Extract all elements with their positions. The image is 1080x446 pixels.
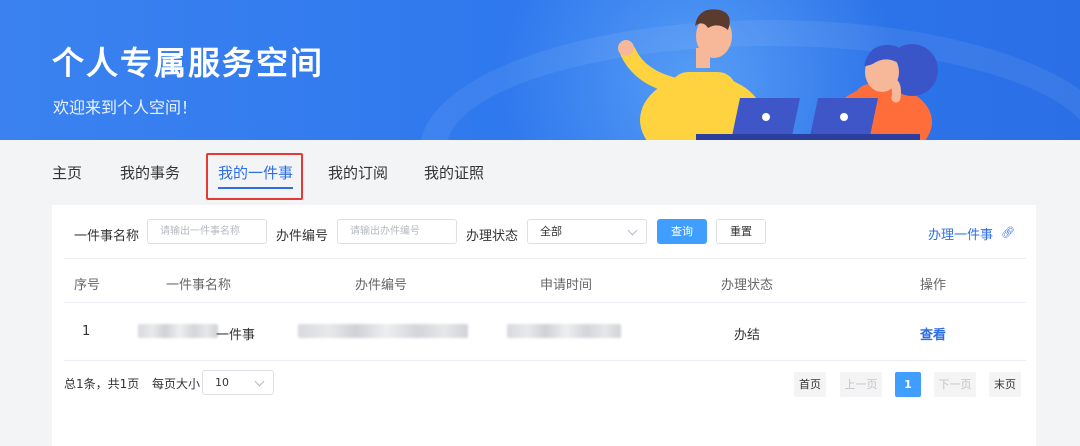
header-banner: 个人专属服务空间 欢迎来到个人空间！: [0, 0, 1080, 140]
redacted-name-prefix: [138, 324, 218, 338]
highlight-annotation-box: [206, 153, 303, 200]
column-header-index: 序号: [74, 278, 101, 293]
redacted-case-code: [298, 324, 468, 338]
column-header-actions: 操作: [920, 278, 947, 293]
row-status: 办结: [734, 328, 761, 343]
column-header-code: 办件编号: [355, 278, 408, 293]
next-page-button[interactable]: 下一页: [934, 372, 976, 397]
page-size-label: 每页大小: [152, 377, 201, 391]
code-filter-label: 办件编号: [276, 229, 329, 244]
tab-my-affairs[interactable]: 我的事务: [120, 162, 180, 183]
handle-one-thing-link[interactable]: 办理一件事: [928, 224, 993, 243]
table-row-border: [64, 360, 1026, 361]
chevron-down-icon: [254, 376, 265, 387]
people-with-laptops-illustration: [618, 9, 938, 140]
prev-page-button[interactable]: 上一页: [840, 372, 882, 397]
page-size-value: 10: [215, 376, 229, 389]
row-name-suffix: 一件事: [216, 328, 256, 343]
status-filter-label: 办理状态: [466, 229, 519, 244]
status-filter-select[interactable]: 全部: [527, 219, 647, 244]
page-size-select[interactable]: 10: [202, 370, 274, 395]
total-count-text: 总1条，共1页: [64, 377, 140, 391]
column-header-name: 一件事名称: [166, 278, 232, 293]
tab-bar: 主页 我的事务 我的一件事 我的订阅 我的证照: [0, 140, 1080, 204]
tab-my-licenses[interactable]: 我的证照: [424, 162, 484, 183]
code-filter-input[interactable]: 请输出办件编号: [337, 219, 457, 244]
view-button[interactable]: 查看: [920, 324, 946, 343]
page-1-button[interactable]: 1: [895, 372, 921, 397]
chevron-down-icon: [627, 225, 638, 236]
redacted-apply-time: [507, 324, 621, 338]
table-header-bottom-border: [64, 302, 1026, 303]
query-button[interactable]: 查询: [657, 219, 707, 244]
name-filter-input[interactable]: 请输出一件事名称: [147, 219, 267, 244]
column-header-status: 办理状态: [721, 278, 774, 293]
name-filter-label: 一件事名称: [74, 229, 140, 244]
link-icon[interactable]: 🔗︎: [1001, 226, 1015, 239]
status-filter-value: 全部: [540, 225, 562, 238]
column-header-apply-time: 申请时间: [540, 278, 593, 293]
tab-my-subscriptions[interactable]: 我的订阅: [328, 162, 388, 183]
page-title: 个人专属服务空间: [52, 44, 325, 82]
page-subtitle: 欢迎来到个人空间！: [53, 98, 198, 117]
table-header-top-border: [64, 258, 1026, 259]
first-page-button[interactable]: 首页: [794, 372, 826, 397]
tab-home[interactable]: 主页: [52, 162, 82, 183]
row-index: 1: [82, 324, 91, 339]
last-page-button[interactable]: 末页: [989, 372, 1021, 397]
reset-button[interactable]: 重置: [716, 219, 766, 244]
